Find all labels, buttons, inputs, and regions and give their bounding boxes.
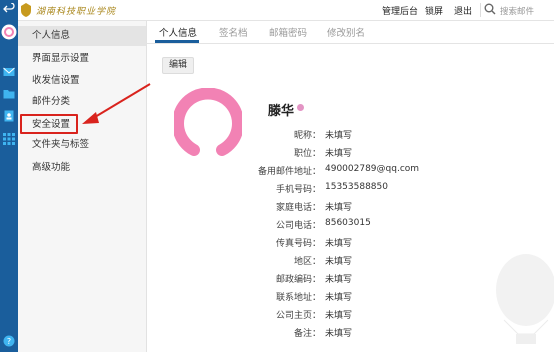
security-highlight-box (20, 114, 78, 134)
user-name: 滕华 (268, 104, 295, 119)
tab-bar: 个人信息 签名档 邮箱密码 修改别名 (147, 21, 554, 44)
field-value: 未填写 (325, 329, 353, 339)
field-label: 职位： (293, 149, 321, 159)
highlight-arrow (82, 83, 151, 124)
field-label: 备用邮件地址： (257, 167, 321, 177)
logo-emblem-icon (21, 3, 31, 17)
sidebar-item-folders-tags[interactable]: 文件夹与标签 (18, 135, 146, 155)
search-placeholder[interactable]: 搜索邮件 (500, 5, 534, 17)
field-value: 未填写 (325, 257, 353, 267)
help-icon[interactable]: ? (3, 335, 15, 347)
field-label: 传真号码： (275, 239, 321, 249)
field-label: 家庭电话： (275, 203, 321, 213)
admin-link[interactable]: 管理后台 (382, 4, 418, 17)
tab-profile[interactable]: 个人信息 (159, 25, 197, 39)
app-rail: ? (0, 0, 18, 352)
field-label: 联系地址： (275, 293, 321, 303)
field-label: 公司主页： (275, 311, 321, 321)
field-label: 手机号码： (275, 185, 321, 195)
field-value: 未填写 (325, 239, 353, 249)
field-value: 未填写 (325, 149, 353, 159)
field-value: 85603015 (325, 218, 371, 228)
lock-screen-link[interactable]: 锁屏 (425, 4, 443, 17)
field-value: 未填写 (325, 293, 353, 303)
field-value: 未填写 (325, 131, 353, 141)
sidebar-item-profile[interactable]: 个人信息 (18, 26, 146, 46)
folder-icon[interactable] (3, 88, 15, 100)
settings-sidebar: 个人信息 界面显示设置 收发信设置 邮件分类 安全设置 文件夹与标签 高级功能 (18, 21, 147, 352)
avatar-icon[interactable] (1, 24, 17, 40)
mail-icon[interactable] (3, 66, 15, 78)
field-value: 未填写 (325, 311, 353, 321)
field-label: 邮政编码： (275, 275, 321, 285)
divider (480, 3, 481, 17)
tab-alias[interactable]: 修改别名 (327, 25, 365, 39)
field-label: 地区： (293, 257, 321, 267)
edit-button[interactable]: 编辑 (162, 57, 194, 74)
tab-password[interactable]: 邮箱密码 (269, 25, 307, 39)
svg-text:?: ? (7, 337, 11, 346)
field-value: 490002789@qq.com (325, 164, 420, 174)
active-tab-indicator (155, 40, 199, 43)
contacts-icon[interactable] (3, 110, 15, 122)
field-value: 未填写 (325, 275, 353, 285)
logo-text: 湖南科技职业学院 (36, 7, 117, 17)
balloon-decoration (496, 254, 554, 344)
field-label: 备注： (293, 329, 321, 339)
apps-icon[interactable] (3, 133, 15, 145)
tab-signature[interactable]: 签名档 (219, 25, 248, 39)
logout-link[interactable]: 退出 (454, 4, 472, 17)
back-icon[interactable] (3, 3, 15, 15)
gender-badge-icon (297, 104, 304, 111)
sidebar-item-advanced[interactable]: 高级功能 (18, 158, 146, 178)
field-label: 昵称： (293, 131, 321, 141)
sidebar-item-display[interactable]: 界面显示设置 (18, 49, 146, 69)
search-box[interactable]: 搜索邮件 (484, 2, 550, 17)
field-label: 公司电话： (275, 221, 321, 231)
search-icon (484, 3, 496, 15)
top-bar: 湖南科技职业学院 管理后台 锁屏 退出 搜索邮件 (18, 0, 554, 21)
school-logo: 湖南科技职业学院 (21, 3, 146, 17)
field-value: 未填写 (325, 203, 353, 213)
field-value: 15353588850 (325, 182, 388, 192)
